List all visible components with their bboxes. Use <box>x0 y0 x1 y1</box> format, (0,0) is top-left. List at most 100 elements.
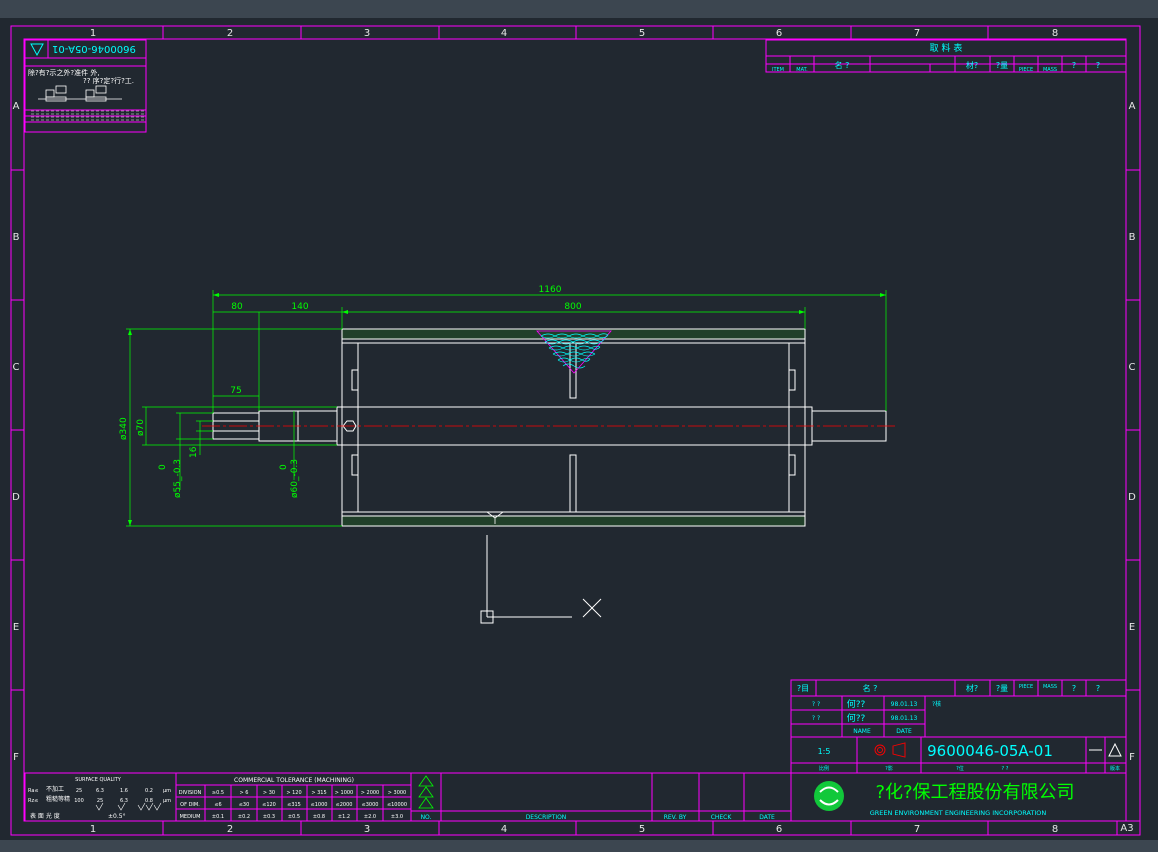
sheet-size-label: A3 <box>1120 823 1133 834</box>
right-end-disc <box>788 342 806 513</box>
tb-item: ?目 <box>797 684 809 693</box>
title-block: ?目 名 ? 材? ?量 PIECE MASS ? ? ? ? 何?? 98.0… <box>790 679 1127 817</box>
tol-r1-c7: > 1000 <box>335 790 354 796</box>
tb-rev-label: 版本 <box>1110 765 1120 772</box>
tol-r1-c6: > 315 <box>311 790 326 796</box>
ucs-icon <box>480 535 602 624</box>
dim-75: 75 <box>230 386 241 396</box>
tol-r2-c8: ≤3000 <box>362 802 379 808</box>
tb-checked-by: 何?? <box>847 712 866 724</box>
zone-col-4-top: 4 <box>501 28 507 39</box>
zone-row-a-right: A <box>1129 101 1136 112</box>
sq-rz-label: Rz≤ <box>28 798 38 804</box>
revision-triangles-icon <box>418 775 434 809</box>
tol-r1-c9: > 3000 <box>388 790 407 796</box>
sq-unmachined: 不加工 <box>46 785 64 793</box>
bom-col-material: 材? <box>966 60 978 70</box>
sq-ra-unit: μm <box>163 788 171 794</box>
zone-row-b-right: B <box>1129 232 1136 243</box>
tol-r3-c3: ±0.2 <box>238 814 250 820</box>
tb-material: 材? <box>966 683 978 693</box>
zone-col-3-top: 3 <box>364 28 370 39</box>
tb-checked-date: 98.01.13 <box>891 715 918 722</box>
dim-dia-55: ø55_-0.3 <box>173 459 183 498</box>
zone-col-5-bottom: 5 <box>639 824 645 835</box>
tol-r1-c2: ≥0.5 <box>212 790 224 796</box>
sq-rz-2: 25 <box>97 798 103 804</box>
rev-col-description: DESCRIPTION <box>526 814 567 821</box>
tol-r2-c5: ≤315 <box>287 802 301 808</box>
mirrored-drawing-number: 9600046-05A-01 <box>52 43 136 54</box>
roller-part[interactable] <box>212 328 887 527</box>
bom-col-qty: ?量 <box>996 61 1008 70</box>
dim-140: 140 <box>291 302 308 312</box>
dim-dia-70: ø70 <box>136 419 146 436</box>
sq-tolerance: ±0.5° <box>108 813 126 820</box>
tol-r1-c4: > 30 <box>263 790 275 796</box>
zone-row-f-left: F <box>13 752 19 763</box>
tol-r2-c1: OF DIM. <box>180 802 200 808</box>
tb-projection-label: ?影 <box>885 765 893 772</box>
projection-symbol-icon <box>874 742 906 758</box>
revision-triangle-icon <box>1108 742 1122 757</box>
dim-dia-60: ø60_-0.3 <box>290 459 300 498</box>
sq-precision: 粗糙等精 <box>46 795 70 803</box>
zone-row-a-left: A <box>13 101 20 112</box>
tol-r3-c6: ±0.8 <box>313 814 325 820</box>
drawing-canvas[interactable]: 1 2 3 4 5 6 7 8 1 2 3 4 5 6 7 8 A B C D … <box>0 0 1158 852</box>
notes-line-2: ?? 序?定?行?工. <box>83 76 134 85</box>
tol-r3-c2: ±0.1 <box>212 814 224 820</box>
zone-ticks <box>11 26 1140 835</box>
tol-r2-c2: ≤6 <box>214 802 221 808</box>
zone-row-c-left: C <box>13 362 20 373</box>
tb-piece: PIECE <box>1019 684 1033 690</box>
zone-col-2-bottom: 2 <box>227 824 233 835</box>
sq-title: SURFACE QUALITY <box>75 777 122 783</box>
tol-r3-c5: ±0.5 <box>288 814 300 820</box>
zone-col-6-bottom: 6 <box>776 824 782 835</box>
notes-line-1: 除?有?示之外?准件 外, <box>28 68 100 77</box>
tb-checked-label: ? ? <box>812 715 820 722</box>
tb-extra-1: ? <box>1072 684 1076 693</box>
tb-drawn-by: 何?? <box>847 698 866 710</box>
tb-name: 名 ? <box>863 683 878 693</box>
zone-col-8-bottom: 8 <box>1052 824 1058 835</box>
company-name-cn: ?化?保工程股份有限公司 <box>875 782 1074 803</box>
dim-dia-60-tol: 0 <box>279 464 289 470</box>
tb-approve-label: ?核 <box>932 700 941 708</box>
zone-row-e-right: E <box>1129 622 1135 633</box>
note-symbols <box>38 85 122 102</box>
zone-col-3-bottom: 3 <box>364 824 370 835</box>
tol-r3-c9: ±3.0 <box>391 814 403 820</box>
sq-rz-1: 100 <box>74 798 84 804</box>
zone-col-2-top: 2 <box>227 28 233 39</box>
dim-16: 16 <box>189 446 199 458</box>
bom-col-extra-1: ? <box>1072 61 1076 70</box>
sq-ra-1: 25 <box>76 788 82 794</box>
tb-mass: MASS <box>1043 684 1057 690</box>
tb-qty: ?量 <box>996 684 1008 693</box>
sq-rz-3: 6.3 <box>120 798 128 804</box>
zone-row-e-left: E <box>13 622 19 633</box>
inner-border <box>23 38 1127 822</box>
rev-col-check: CHECK <box>711 814 733 821</box>
rib-bottom <box>569 454 577 513</box>
zone-col-1-top: 1 <box>90 28 96 39</box>
tol-r1-c8: > 2000 <box>361 790 380 796</box>
zone-col-1-bottom: 1 <box>90 824 96 835</box>
rev-col-date: DATE <box>759 814 775 821</box>
company-logo-icon <box>814 781 844 811</box>
rib-top <box>569 342 577 399</box>
tb-name-label: NAME <box>853 728 871 735</box>
tol-r2-c3: ≤30 <box>239 802 250 808</box>
company-name-en: GREEN ENVIRONMENT ENGINEERING INCORPORAT… <box>870 809 1047 817</box>
zone-col-5-top: 5 <box>639 28 645 39</box>
tb-drawn-date: 98.01.13 <box>891 701 918 708</box>
dim-overall-length: 1160 <box>539 285 562 295</box>
rev-col-no: NO. <box>421 814 432 821</box>
tol-r2-c6: ≤1000 <box>311 802 328 808</box>
bom-title: 取 料 表 <box>930 42 963 54</box>
bom-col-name: 名 ? <box>835 60 850 70</box>
zone-row-b-left: B <box>13 232 20 243</box>
sq-symbol-row: 表 面 光 度 <box>30 812 60 820</box>
